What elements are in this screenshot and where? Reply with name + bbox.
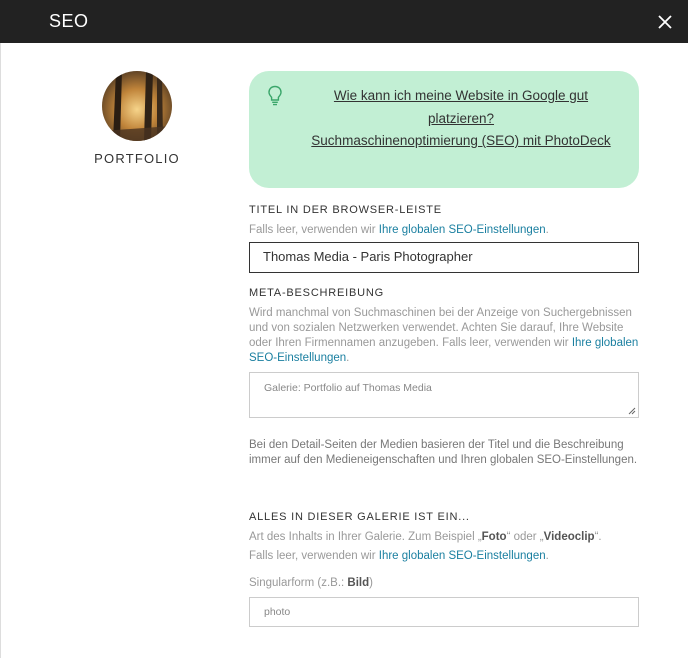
browser-title-input[interactable]: Thomas Media - Paris Photographer — [249, 242, 639, 273]
meta-description-label: META-BESCHREIBUNG — [249, 287, 385, 299]
gallery-content-type-label: ALLES IN DIESER GALERIE IST EIN... — [249, 511, 470, 523]
close-icon[interactable] — [656, 13, 674, 31]
seo-photodeck-help-link[interactable]: Suchmaschinenoptimierung (SEO) mit Photo… — [307, 130, 615, 153]
global-seo-settings-link[interactable]: Ihre globalen SEO-Einstellungen — [379, 550, 546, 562]
gallery-cover-image — [102, 71, 172, 141]
global-seo-settings-link[interactable]: Ihre globalen SEO-Einstellungen — [379, 224, 546, 236]
help-suffix: . — [545, 224, 549, 236]
help-suffix: ) — [369, 577, 373, 589]
seo-ranking-help-link[interactable]: Wie kann ich meine Website in Google gut… — [307, 85, 615, 130]
help-text: “ oder „ — [506, 531, 544, 543]
meta-description-textarea[interactable]: Galerie: Portfolio auf Thomas Media — [249, 372, 639, 418]
detail-pages-note: Bei den Detail-Seiten der Medien basiere… — [249, 439, 638, 466]
lightbulb-icon — [268, 85, 282, 106]
help-text: Falls leer, verwenden wir — [249, 550, 379, 562]
singular-example: Bild — [347, 577, 370, 589]
meta-description-help: Wird manchmal von Suchmaschinen bei der … — [249, 306, 639, 366]
browser-title-help: Falls leer, verwenden wir Ihre globalen … — [249, 223, 639, 238]
help-text: Singularform (z.B.: — [249, 577, 348, 589]
browser-title-label: TITEL IN DER BROWSER-LEISTE — [249, 204, 442, 216]
gallery-global-help: Falls leer, verwenden wir Ihre globalen … — [249, 549, 639, 564]
help-suffix: . — [545, 550, 549, 562]
example-videoclip: Videoclip — [543, 531, 595, 543]
gallery-content-type-help: Art des Inhalts in Ihrer Galerie. Zum Be… — [249, 530, 639, 545]
singular-form-label: Singularform (z.B.: Bild) — [249, 576, 639, 591]
help-tip: Wie kann ich meine Website in Google gut… — [249, 71, 639, 188]
meta-description-placeholder: Galerie: Portfolio auf Thomas Media — [264, 382, 432, 394]
gallery-summary: PORTFOLIO — [92, 71, 182, 166]
help-text: Art des Inhalts in Ihrer Galerie. Zum Be… — [249, 531, 482, 543]
dialog-title: SEO — [49, 11, 89, 31]
gallery-name: PORTFOLIO — [94, 151, 180, 166]
help-text: “. — [594, 531, 602, 543]
example-foto: Foto — [481, 531, 507, 543]
dialog-header: SEO — [0, 0, 688, 43]
resize-grip-icon[interactable] — [628, 407, 636, 415]
help-suffix: . — [346, 352, 350, 364]
seo-form: Wie kann ich meine Website in Google gut… — [249, 71, 639, 627]
help-text: Falls leer, verwenden wir — [249, 224, 379, 236]
singular-form-input[interactable]: photo — [249, 597, 639, 627]
